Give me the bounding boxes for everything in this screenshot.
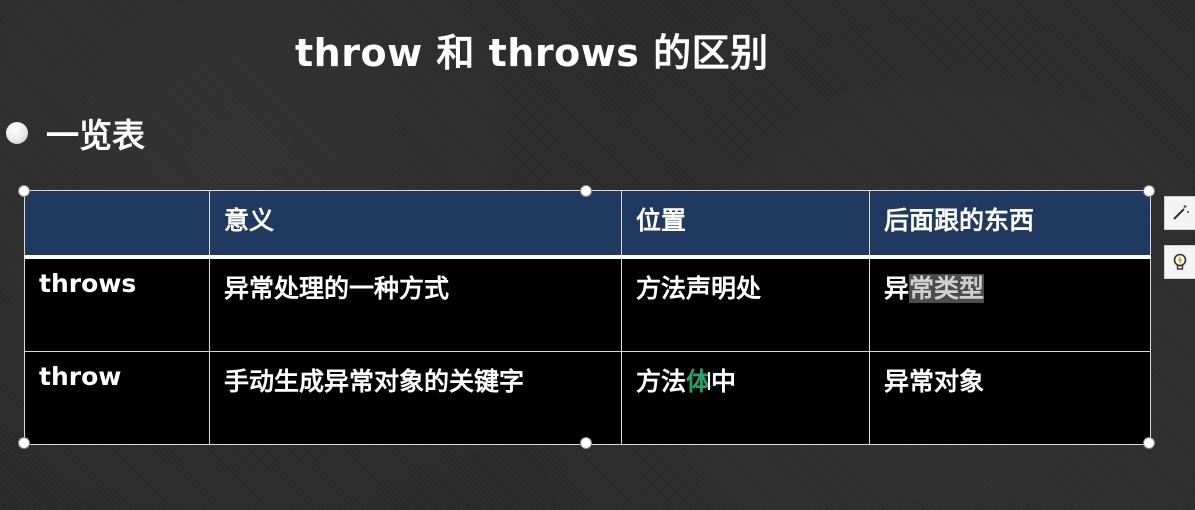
resize-handle-bottom-right[interactable]	[1143, 437, 1155, 449]
table-header-row: 意义 位置 后面跟的东西	[24, 190, 1151, 259]
comparison-table[interactable]: 意义 位置 后面跟的东西 throws 异常处理的一种方式 方法声明处 异常类型…	[24, 190, 1151, 445]
resize-handle-top-middle[interactable]	[580, 185, 592, 197]
cell-meaning[interactable]: 异常处理的一种方式	[209, 256, 622, 352]
resize-handle-top-left[interactable]	[18, 185, 30, 197]
cell-position-pre: 方法	[636, 367, 687, 396]
bullet-dot-icon	[6, 122, 28, 144]
header-cell-meaning[interactable]: 意义	[209, 190, 622, 259]
cell-meaning[interactable]: 手动生成异常对象的关键字	[209, 351, 622, 445]
bullet-row: 一览表	[6, 110, 145, 156]
cell-keyword[interactable]: throw	[24, 351, 210, 445]
cell-position[interactable]: 方法体中	[621, 351, 870, 445]
text-cursor-icon	[708, 372, 710, 390]
design-ideas-button[interactable]	[1164, 196, 1195, 230]
cell-follows[interactable]: 异常类型	[869, 256, 1151, 352]
cell-follows-plain: 异	[884, 274, 910, 303]
lightbulb-icon	[1173, 253, 1187, 270]
resize-handle-top-right[interactable]	[1143, 185, 1155, 197]
bullet-text: 一览表	[46, 116, 145, 155]
header-cell-follows[interactable]: 后面跟的东西	[869, 190, 1151, 259]
header-cell-empty[interactable]	[24, 190, 210, 259]
magic-wand-icon	[1173, 205, 1189, 220]
cell-keyword[interactable]: throws	[24, 256, 210, 352]
cell-position-post: 中	[711, 367, 737, 396]
resize-handle-bottom-left[interactable]	[18, 437, 30, 449]
cell-follows[interactable]: 异常对象	[869, 351, 1151, 445]
slide-title: throw 和 throws 的区别	[295, 31, 769, 75]
resize-handle-bottom-middle[interactable]	[580, 437, 592, 449]
header-cell-position[interactable]: 位置	[621, 190, 870, 259]
table-row: throws 异常处理的一种方式 方法声明处 异常类型	[24, 256, 1151, 352]
tell-me-button[interactable]	[1164, 245, 1195, 279]
table-row: throw 手动生成异常对象的关键字 方法体中 异常对象	[24, 351, 1151, 445]
selected-text-highlight: 常类型	[909, 274, 985, 303]
cell-position[interactable]: 方法声明处	[621, 256, 870, 352]
